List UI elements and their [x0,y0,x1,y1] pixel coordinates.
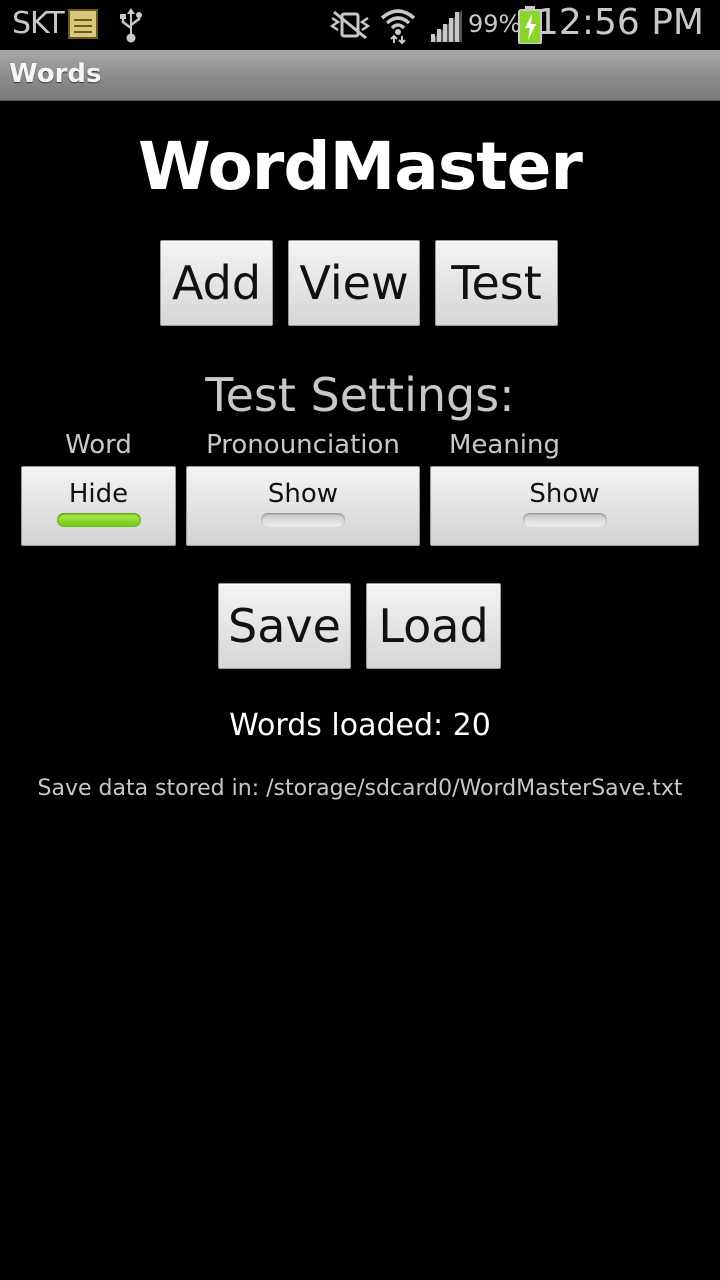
meaning-column-label: Meaning [448,430,561,460]
signal-strength-icon [430,10,462,42]
word-toggle-label: Hide [68,479,129,509]
pronunciation-toggle[interactable]: Show [186,466,420,546]
title-bar: Words [0,50,720,101]
word-toggle-indicator [56,513,141,527]
wifi-icon [380,9,416,44]
pronunciation-toggle-label: Show [267,479,339,509]
test-button[interactable]: Test [435,240,558,326]
app-title: WordMaster [138,128,583,205]
battery-percent: 99% [468,10,522,38]
word-toggle[interactable]: Hide [21,466,176,546]
pronunciation-toggle-indicator [261,513,345,527]
add-button[interactable]: Add [160,240,273,326]
window-title: Words [9,59,102,89]
view-button[interactable]: View [288,240,420,326]
meaning-toggle-indicator [522,513,607,527]
pronunciation-column-label: Pronounciation [206,430,400,460]
test-settings-heading: Test Settings: [205,368,515,422]
clock: 12:56 PM [536,2,704,43]
save-path-text: Save data stored in: /storage/sdcard0/Wo… [37,776,683,801]
meaning-toggle[interactable]: Show [430,466,699,546]
vibrate-mute-icon [330,10,370,40]
load-button[interactable]: Load [366,583,501,669]
carrier-label: SKT [12,6,65,41]
usb-icon [120,8,142,43]
words-loaded-count: Words loaded: 20 [229,708,491,743]
word-column-label: Word [65,430,132,460]
save-button[interactable]: Save [218,583,351,669]
status-bar: SKT 99% 12:56 PM [0,0,720,50]
meaning-toggle-label: Show [529,479,600,509]
notes-notification-icon [68,9,98,39]
